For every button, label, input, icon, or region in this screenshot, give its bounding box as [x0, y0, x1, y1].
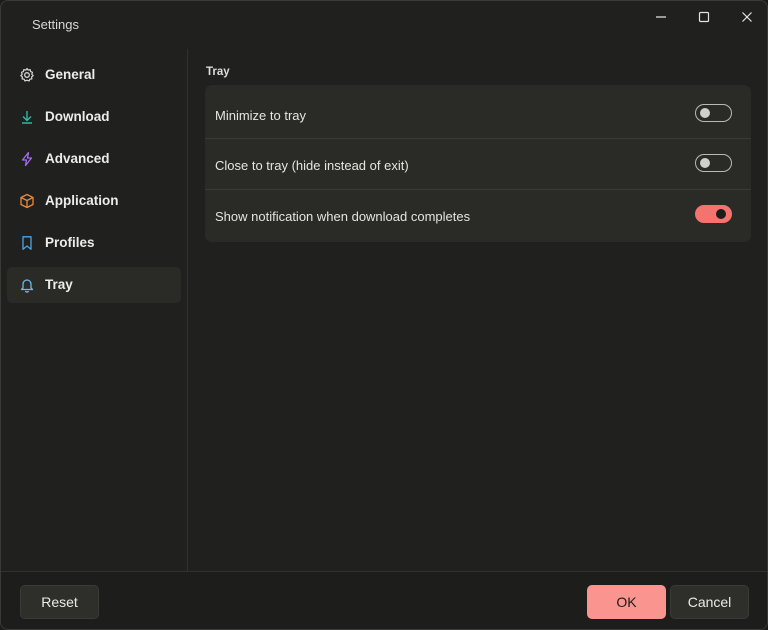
window-title: Settings: [32, 17, 79, 32]
maximize-button[interactable]: [682, 1, 726, 33]
lightning-icon: [19, 151, 35, 167]
sidebar-item-label: Advanced: [45, 151, 110, 166]
section-title: Tray: [206, 66, 230, 78]
settings-panel: Tray Minimize to tray Close to tray (hid…: [189, 49, 767, 571]
setting-label: Close to tray (hide instead of exit): [215, 158, 409, 173]
sidebar-item-label: General: [45, 67, 96, 82]
toggle-knob: [700, 108, 710, 118]
sidebar-item-label: Application: [45, 193, 119, 208]
minimize-button[interactable]: [639, 1, 683, 33]
sidebar-item-label: Profiles: [45, 235, 95, 250]
toggle-knob: [716, 209, 726, 219]
sidebar-item-tray[interactable]: Tray: [7, 267, 181, 303]
setting-row-show-notification: Show notification when download complete…: [205, 189, 751, 239]
settings-card: Minimize to tray Close to tray (hide ins…: [205, 85, 751, 242]
setting-row-minimize-to-tray: Minimize to tray: [205, 88, 751, 138]
close-icon: [742, 12, 752, 22]
cancel-button[interactable]: Cancel: [670, 585, 749, 619]
divider: [205, 138, 751, 139]
box-icon: [19, 193, 35, 209]
sidebar-item-general[interactable]: General: [7, 57, 181, 93]
maximize-icon: [698, 11, 710, 23]
sidebar-item-download[interactable]: Download: [7, 99, 181, 135]
sidebar-item-label: Tray: [45, 277, 73, 292]
sidebar-item-label: Download: [45, 109, 110, 124]
minimize-icon: [656, 16, 666, 18]
bookmark-icon: [19, 235, 35, 251]
close-button[interactable]: [725, 1, 767, 33]
toggle-knob: [700, 158, 710, 168]
footer: Reset OK Cancel: [1, 571, 767, 629]
setting-label: Minimize to tray: [215, 108, 307, 123]
title-bar: Settings: [1, 1, 767, 47]
sidebar-item-profiles[interactable]: Profiles: [7, 225, 181, 261]
show-notification-toggle[interactable]: [695, 205, 732, 223]
reset-button[interactable]: Reset: [20, 585, 99, 619]
sidebar: General Download Advanced Application Pr…: [1, 49, 188, 571]
sidebar-item-application[interactable]: Application: [7, 183, 181, 219]
close-to-tray-toggle[interactable]: [695, 154, 732, 172]
bell-icon: [19, 277, 35, 293]
setting-label: Show notification when download complete…: [215, 209, 471, 224]
divider: [205, 189, 751, 190]
sidebar-item-advanced[interactable]: Advanced: [7, 141, 181, 177]
gear-icon: [19, 67, 35, 83]
setting-row-close-to-tray: Close to tray (hide instead of exit): [205, 138, 751, 188]
minimize-to-tray-toggle[interactable]: [695, 104, 732, 122]
ok-button[interactable]: OK: [587, 585, 666, 619]
settings-window: Settings General Download Advanced Appli…: [0, 0, 768, 630]
download-icon: [19, 109, 35, 125]
